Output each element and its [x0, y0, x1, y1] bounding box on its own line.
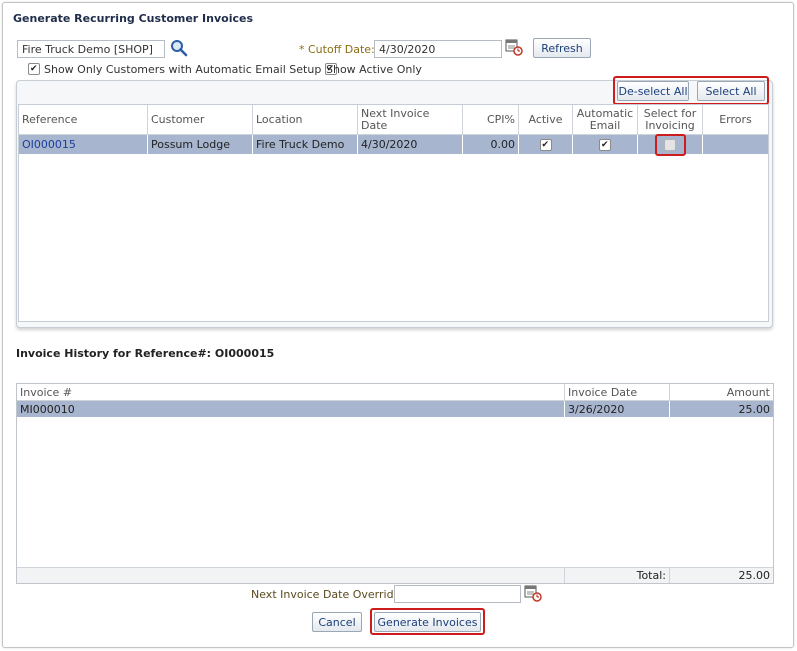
customer-field[interactable] [17, 40, 165, 58]
column-header-customer[interactable]: Customer [148, 105, 253, 135]
column-header-select-for-invoicing[interactable]: Select for Invoicing [638, 105, 703, 135]
cell-active [519, 135, 573, 154]
history-footer: Total: 25.00 [17, 567, 773, 583]
table-row[interactable]: MI000010 3/26/2020 25.00 [17, 401, 773, 417]
dialog-title: Generate Recurring Customer Invoices [13, 12, 254, 25]
column-header-select-line2: Invoicing [645, 118, 695, 132]
invoice-history-grid: Invoice # Invoice Date Amount MI000010 3… [16, 383, 774, 584]
column-header-next-invoice-date[interactable]: Next Invoice Date [358, 105, 463, 135]
search-icon[interactable] [170, 39, 188, 57]
override-date-label: Next Invoice Date Override: [251, 588, 405, 601]
refresh-button[interactable]: Refresh [533, 38, 591, 58]
cutoff-date-field[interactable] [374, 40, 502, 58]
cell-next-invoice-date: 4/30/2020 [358, 135, 463, 154]
select-all-button[interactable]: Select All [697, 81, 765, 101]
cell-invoice-date: 3/26/2020 [565, 401, 670, 417]
email-setup-label: Show Only Customers with Automatic Email… [44, 63, 322, 76]
column-header-location[interactable]: Location [253, 105, 358, 135]
history-title: Invoice History for Reference#: OI000015 [16, 347, 275, 360]
column-header-amount[interactable]: Amount [670, 384, 773, 401]
cell-amount: 25.00 [738, 402, 771, 416]
column-header-automatic-email-line2: Email [589, 118, 621, 132]
column-header-invoice-number[interactable]: Invoice # [17, 384, 565, 401]
calendar-clock-icon[interactable] [505, 38, 523, 56]
column-header-invoice-date[interactable]: Invoice Date [565, 384, 670, 401]
deselect-all-button[interactable]: De-select All [617, 81, 689, 101]
select-checkbox-highlight [655, 134, 686, 156]
override-date-field[interactable] [394, 585, 521, 603]
column-header-active[interactable]: Active [519, 105, 573, 135]
cell-invoice-number: MI000010 [17, 401, 565, 417]
column-header-automatic-email-line1: Automatic [576, 106, 634, 120]
cancel-button[interactable]: Cancel [312, 612, 362, 632]
automatic-email-checkbox [599, 138, 611, 151]
cell-automatic-email [573, 135, 638, 154]
required-mark: * [299, 43, 305, 56]
active-checkbox [539, 138, 552, 151]
email-setup-checkbox[interactable] [28, 63, 40, 75]
column-header-automatic-email[interactable]: Automatic Email [573, 105, 638, 135]
cutoff-date-label-text: Cutoff Date: [308, 43, 375, 56]
cell-cpi: 0.00 [463, 135, 519, 154]
reference-link[interactable]: OI000015 [22, 138, 76, 151]
total-label: Total: [565, 568, 670, 583]
footer-spacer [17, 568, 565, 583]
cell-errors [703, 135, 768, 154]
column-header-reference[interactable]: Reference [19, 105, 148, 135]
column-header-cpi[interactable]: CPI% [463, 105, 519, 135]
generate-invoices-button[interactable]: Generate Invoices [374, 612, 481, 632]
calendar-clock-icon[interactable] [524, 584, 542, 602]
cutoff-date-label: * Cutoff Date: [299, 43, 375, 56]
active-only-label: Show Active Only [326, 63, 422, 76]
total-value: 25.00 [738, 569, 771, 582]
column-header-errors[interactable]: Errors [703, 105, 768, 135]
cell-customer: Possum Lodge [148, 135, 253, 154]
cell-reference[interactable]: OI000015 [19, 135, 148, 154]
cell-location: Fire Truck Demo [253, 135, 358, 154]
column-header-select-line1: Select for [643, 106, 697, 120]
